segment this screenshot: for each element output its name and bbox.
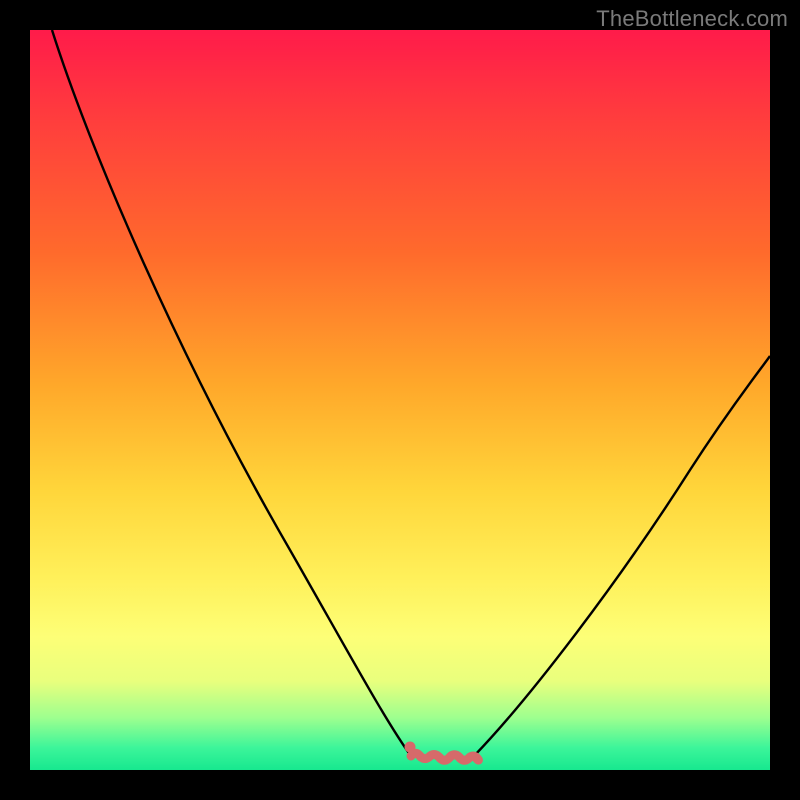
curve-right [474,356,770,756]
marker-dot-left [405,742,416,753]
flat-bottom-lumpy [411,753,478,760]
chart-frame: TheBottleneck.com [0,0,800,800]
plot-area [30,30,770,770]
bottleneck-curve [30,30,770,770]
curve-left [52,30,411,756]
watermark-text: TheBottleneck.com [596,6,788,32]
